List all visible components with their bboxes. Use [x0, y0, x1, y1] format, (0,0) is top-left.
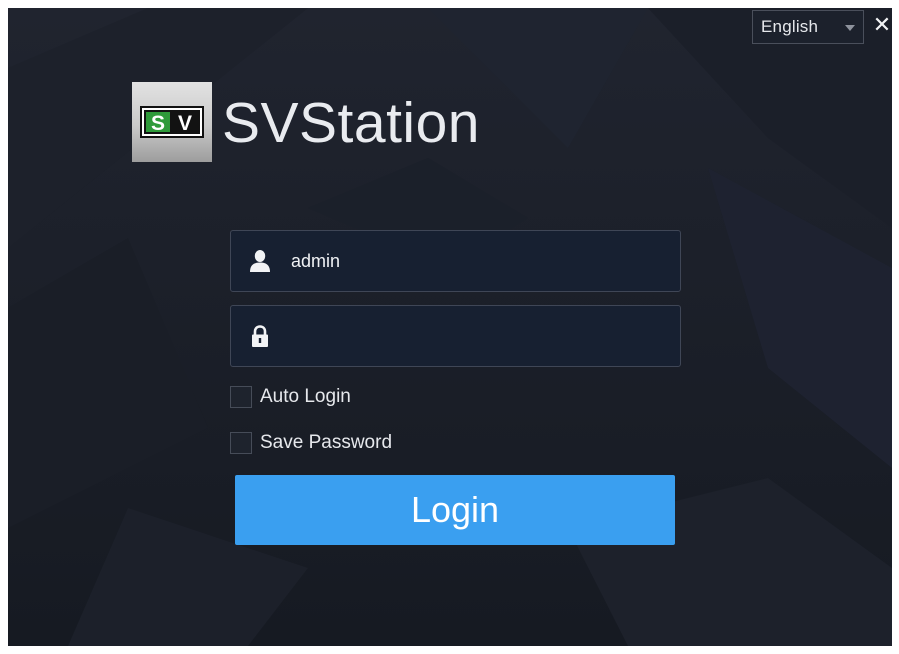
- auto-login-checkbox[interactable]: [230, 386, 252, 408]
- app-title: SVStation: [222, 91, 480, 155]
- lock-icon: [249, 324, 271, 348]
- auto-login-option[interactable]: Auto Login: [230, 384, 351, 410]
- close-button[interactable]: ✕: [872, 12, 892, 38]
- svg-text:V: V: [178, 112, 192, 135]
- login-window: English ✕ S V SVStation admin Auto Login…: [8, 8, 892, 646]
- caret-down-icon: [845, 25, 855, 31]
- auto-login-label: Auto Login: [260, 386, 351, 407]
- app-logo: S V: [132, 82, 212, 162]
- svg-text:S: S: [151, 112, 165, 135]
- username-field[interactable]: [230, 230, 681, 292]
- language-select-value: English: [761, 17, 819, 36]
- login-button[interactable]: Login: [235, 475, 675, 545]
- save-password-checkbox[interactable]: [230, 432, 252, 454]
- save-password-option[interactable]: Save Password: [230, 430, 392, 456]
- user-icon: [249, 249, 271, 273]
- password-input[interactable]: [291, 318, 661, 354]
- save-password-label: Save Password: [260, 432, 393, 453]
- password-field[interactable]: [230, 305, 681, 367]
- username-input[interactable]: [291, 243, 661, 279]
- language-select[interactable]: English: [752, 10, 864, 44]
